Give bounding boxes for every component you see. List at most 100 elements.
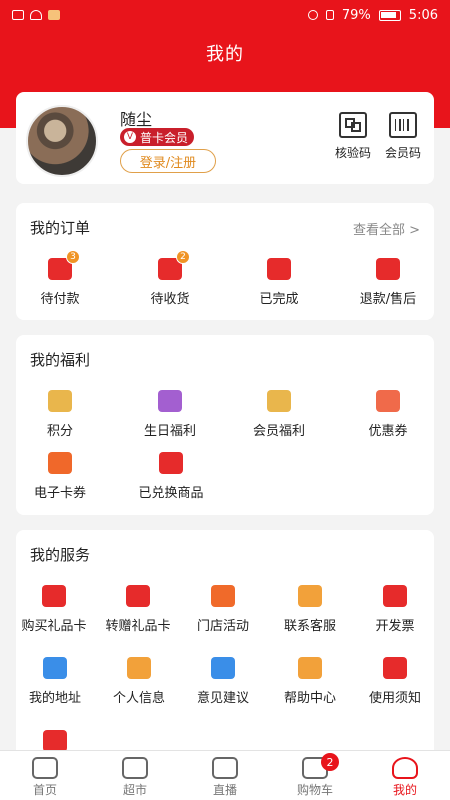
cart-badge: 2 [321,753,339,771]
tv-icon [212,757,238,779]
welfare-label: 生日福利 [143,424,196,439]
coins-icon [48,390,72,412]
service-feedback[interactable]: 意见建议 [188,657,258,706]
welfare-redeemed[interactable]: 已兑换商品 [130,452,212,501]
gift-card-transfer-icon [126,585,150,607]
crown-icon [267,390,291,412]
invoice-icon [383,585,407,607]
welfare-label: 电子卡券 [33,486,86,501]
service-store-activity[interactable]: 门店活动 [188,585,258,634]
notice-icon [383,657,407,679]
help-icon [298,657,322,679]
welfare-birthday[interactable]: 生日福利 [130,390,210,439]
order-completed[interactable]: 已完成 [249,258,309,307]
login-register-button[interactable]: 登录/注册 [120,149,216,173]
welfare-member[interactable]: 会员福利 [239,390,319,439]
welfare-e-card[interactable]: 电子卡券 [24,452,96,501]
phone-icon [298,585,322,607]
username: 随尘 [120,110,153,129]
welfare-label: 已兑换商品 [138,486,204,501]
nav-label: 首页 [32,783,57,797]
nav-label: 直播 [212,783,237,797]
order-refund[interactable]: 退款/售后 [352,258,424,307]
battery-percent: 79% [341,7,371,23]
nav-label: 购物车 [296,783,333,797]
service-label: 帮助中心 [283,691,336,706]
qr-code-icon [339,112,367,138]
service-my-address[interactable]: 我的地址 [20,657,90,706]
service-label: 我的地址 [28,691,81,706]
store-activity-icon [211,585,235,607]
clock: 5:06 [408,7,438,23]
service-label: 转赠礼品卡 [105,619,171,634]
service-label: 开发票 [375,619,415,634]
profile-card: 随尘 V 普卡会员 登录/注册 核验码 会员码 [16,92,434,184]
order-pending-delivery[interactable]: 2 待收货 [140,250,200,307]
service-label: 意见建议 [196,691,249,706]
location-icon [43,657,67,679]
service-invoice[interactable]: 开发票 [366,585,424,634]
wifi-icon [30,10,42,20]
order-label: 待收货 [150,292,190,307]
order-label: 退款/售后 [359,292,417,307]
coupon-icon [376,390,400,412]
order-badge-pending-payment: 3 [66,250,80,264]
vibrate-icon [325,10,334,20]
welfare-points[interactable]: 积分 [30,390,90,439]
wallet-icon: 3 [48,250,80,280]
vip-icon: V [124,131,136,143]
bottom-nav: 首页 超市 直播 2 购物车 我的 [0,750,450,800]
location-status-icon [307,10,318,20]
page-title: 我的 [206,44,244,65]
order-label: 待付款 [40,292,80,307]
nav-label: 我的 [392,783,417,797]
e-card-icon [48,452,72,474]
service-label: 联系客服 [283,619,336,634]
order-pending-payment[interactable]: 3 待付款 [30,250,90,307]
services-title: 我的服务 [30,546,91,564]
order-badge-pending-delivery: 2 [176,250,190,264]
user-icon [392,757,418,779]
services-section: 我的服务 购买礼品卡 转赠礼品卡 门店活动 联系客服 开发票 我的地址 个人信息… [16,530,434,760]
welfare-section: 我的福利 积分 生日福利 会员福利 优惠券 电子卡券 已兑换商品 [16,335,434,515]
service-transfer-gift-card[interactable]: 转赠礼品卡 [100,585,176,634]
refund-icon [376,258,400,280]
verify-code-button[interactable]: 核验码 [328,112,378,161]
battery-icon [378,9,401,21]
view-all-orders-link[interactable]: 查看全部 > [353,219,420,238]
basket-icon [122,757,148,779]
barcode-icon [389,112,417,138]
nav-cart[interactable]: 2 购物车 [270,751,360,800]
service-buy-gift-card[interactable]: 购买礼品卡 [16,585,92,634]
status-bar: 79% 5:06 [0,0,450,30]
sim-icon [12,10,24,20]
nav-mine[interactable]: 我的 [360,751,450,800]
notice-icon [43,730,67,752]
service-help-center[interactable]: 帮助中心 [274,657,346,706]
service-personal-info[interactable]: 个人信息 [104,657,174,706]
service-usage-notice[interactable]: 使用须知 [360,657,430,706]
gift-card-icon [42,585,66,607]
nav-supermarket[interactable]: 超市 [90,751,180,800]
service-customer-support[interactable]: 联系客服 [274,585,346,634]
verify-code-label: 核验码 [334,146,371,160]
avatar[interactable] [26,105,98,177]
nav-label: 超市 [122,783,147,797]
member-level-label: 普卡会员 [140,130,189,145]
welfare-label: 会员福利 [252,424,305,439]
service-label: 门店活动 [196,619,249,634]
nav-home[interactable]: 首页 [0,751,90,800]
orders-title: 我的订单 [30,219,91,237]
feedback-icon [211,657,235,679]
member-code-button[interactable]: 会员码 [378,112,428,161]
service-label: 使用须知 [368,691,421,706]
welfare-label: 积分 [46,424,73,439]
welfare-coupon[interactable]: 优惠券 [358,390,418,439]
orders-section: 我的订单 查看全部 > 3 待付款 2 待收货 已完成 退款/售后 [16,203,434,320]
cake-icon [158,390,182,412]
chat-dots-icon [267,258,291,280]
home-icon [32,757,58,779]
member-level-badge: V 普卡会员 [120,128,195,146]
nav-live[interactable]: 直播 [180,751,270,800]
order-label: 已完成 [259,292,299,307]
